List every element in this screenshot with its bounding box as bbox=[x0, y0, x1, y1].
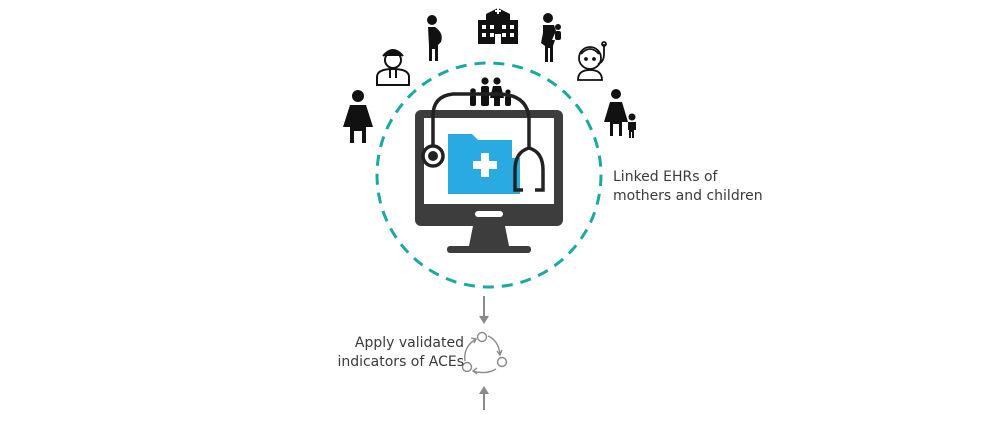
cycle-icon bbox=[461, 331, 508, 375]
mother-holding-child-icon bbox=[541, 13, 561, 62]
linked-ehr-diagram bbox=[343, 8, 636, 410]
linked-ehrs-label: Linked EHRs of mothers and children bbox=[613, 168, 763, 206]
doctor-icon bbox=[376, 49, 410, 86]
baby-stethoscope-icon bbox=[577, 41, 607, 81]
aces-indicators-label-line2: indicators of ACEs bbox=[337, 354, 464, 370]
arrow-up-icon bbox=[479, 386, 489, 410]
linked-ehrs-label-line2: mothers and children bbox=[613, 188, 763, 204]
linked-ehrs-label-line1: Linked EHRs of bbox=[613, 169, 718, 185]
mother-with-child-icon bbox=[604, 89, 636, 138]
aces-indicators-label: Apply validated indicators of ACEs bbox=[300, 334, 464, 372]
hospital-icon bbox=[478, 8, 518, 44]
pregnant-woman-icon bbox=[427, 15, 442, 61]
aces-indicators-label-line1: Apply validated bbox=[354, 335, 464, 351]
medical-folder-icon bbox=[448, 134, 520, 194]
woman-icon bbox=[343, 90, 373, 143]
arrow-down-icon bbox=[479, 296, 489, 324]
family-icon bbox=[470, 77, 511, 106]
